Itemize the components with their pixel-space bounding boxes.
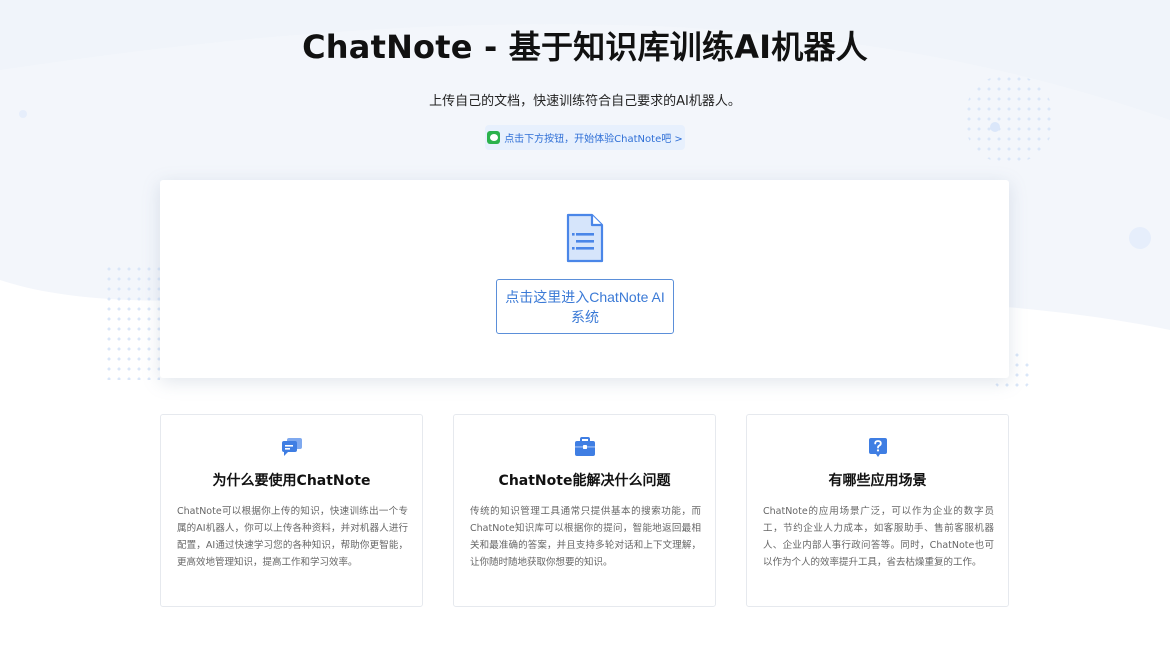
wechat-icon (487, 131, 501, 144)
feature-card-why: 为什么要使用ChatNote ChatNote可以根据你上传的知识，快速训练出一… (160, 414, 423, 607)
decorative-dots (104, 264, 160, 380)
feature-description: ChatNote的应用场景广泛，可以作为企业的数字员工，节约企业人力成本，如客服… (763, 506, 994, 568)
decorative-circle (1129, 227, 1151, 249)
enter-system-button[interactable]: 点击这里进入ChatNote AI系统 (496, 279, 674, 334)
page-subtitle: 上传自己的文档，快速训练符合自己要求的AI机器人。 (429, 94, 741, 109)
feature-description: 传统的知识管理工具通常只提供基本的搜索功能，而ChatNote知识库可以根据你的… (470, 506, 701, 568)
chat-bubbles-icon (282, 438, 302, 456)
briefcase-icon (575, 437, 595, 456)
main-entry-card: 点击这里进入ChatNote AI系统 (160, 180, 1009, 378)
feature-card-problem: ChatNote能解决什么问题 传统的知识管理工具通常只提供基本的搜索功能，而C… (453, 414, 716, 607)
decorative-dots (964, 74, 1054, 164)
feature-description: ChatNote可以根据你上传的知识，快速训练出一个专属的AI机器人，你可以上传… (177, 506, 408, 568)
feature-title: 为什么要使用ChatNote (212, 473, 371, 489)
document-icon (566, 213, 604, 263)
page-title: ChatNote - 基于知识库训练AI机器人 (302, 28, 868, 66)
hint-banner[interactable]: 点击下方按钮，开始体验ChatNote吧 > (485, 125, 685, 150)
feature-title: 有哪些应用场景 (828, 473, 927, 489)
decorative-circle (990, 122, 1000, 132)
question-icon (869, 438, 887, 457)
decorative-circle (19, 110, 27, 118)
hint-text: 点击下方按钮，开始体验ChatNote吧 > (504, 134, 683, 145)
feature-title: ChatNote能解决什么问题 (498, 473, 671, 489)
feature-card-scenarios: 有哪些应用场景 ChatNote的应用场景广泛，可以作为企业的数字员工，节约企业… (746, 414, 1009, 607)
